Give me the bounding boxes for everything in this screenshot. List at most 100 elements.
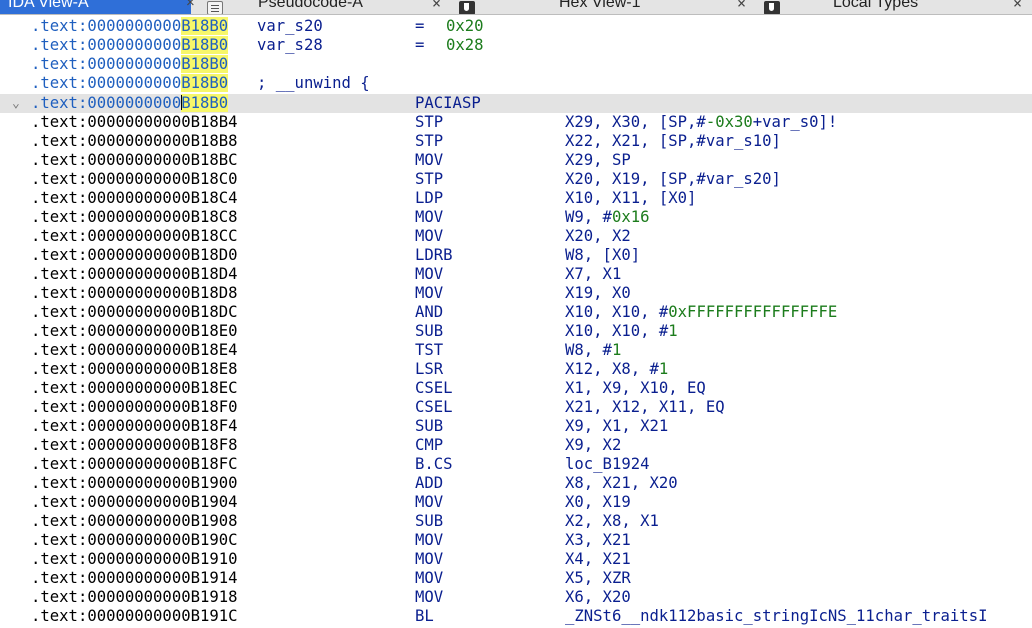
listing-header-row[interactable]: .text:0000000000B18B0 var_s20 = 0x20 (0, 17, 1032, 36)
operand-text: X29, X30, [SP,# (565, 113, 706, 131)
operand-text: X10, X10, # (565, 303, 669, 321)
operands: X8, X21, X20 (565, 474, 678, 493)
operands: X5, XZR (565, 569, 631, 588)
mnemonic: MOV (415, 493, 444, 511)
address: .text:00000000000B18CC (31, 227, 238, 245)
instruction-row[interactable]: .text:00000000000B18DC AND X10, X10, #0xFF… (0, 303, 1032, 322)
instruction-row[interactable]: .text:00000000000B18BC MOV X29, SP (0, 151, 1032, 170)
current-row[interactable]: ⌄ .text:0000000000B18B0 PACIASP (0, 94, 1032, 113)
equals-sign: = (415, 36, 425, 54)
mnemonic: CMP (415, 436, 444, 454)
operands: W8, [X0] (565, 246, 640, 265)
instruction-row[interactable]: .text:00000000000B1918 MOV X6, X20 (0, 588, 1032, 607)
address: .text:00000000000B1900 (31, 474, 238, 492)
instruction-row[interactable]: .text:00000000000B1900 ADD X8, X21, X20 (0, 474, 1032, 493)
instruction-row[interactable]: .text:00000000000B18F0 CSEL X21, X12, X11,… (0, 398, 1032, 417)
close-icon[interactable]: × (737, 0, 746, 12)
doc-icon (207, 1, 223, 14)
instruction-row[interactable]: .text:00000000000B18F4 SUB X9, X1, X21 (0, 417, 1032, 436)
address: .text:00000000000B18E0 (31, 322, 238, 340)
address: .text:00000000000B1918 (31, 588, 238, 606)
mnemonic: MOV (415, 531, 444, 549)
operands: X3, X21 (565, 531, 631, 550)
instruction-row[interactable]: .text:00000000000B18E4 TST W8, #1 (0, 341, 1032, 360)
disassembly-listing[interactable]: .text:0000000000B18B0 var_s20 = 0x20 .te… (0, 14, 1032, 628)
close-icon[interactable]: × (1013, 0, 1022, 12)
instruction-row[interactable]: .text:00000000000B18C0 STP X20, X19, [SP,#… (0, 170, 1032, 189)
operand-text: X3, X21 (565, 531, 631, 549)
operands: X22, X21, [SP,#var_s10] (565, 132, 781, 151)
operand-text: X12, X8, # (565, 360, 659, 378)
address: .text:00000000000B1914 (31, 569, 238, 587)
stack-var-name: var_s20 (257, 17, 323, 35)
operand-text: loc_B1924 (565, 455, 650, 473)
instruction-row[interactable]: .text:00000000000B190C MOV X3, X21 (0, 531, 1032, 550)
address: .text:00000000000B1910 (31, 550, 238, 568)
address: .text:00000000000B18D4 (31, 265, 238, 283)
address: .text:00000000000B18C4 (31, 189, 238, 207)
address: .text:00000000000B18DC (31, 303, 238, 321)
operand-text: X7, X1 (565, 265, 622, 283)
operand-text: +var_s0]! (752, 113, 838, 131)
tab-label: Local Types (833, 0, 919, 11)
close-icon[interactable]: × (432, 0, 441, 12)
instruction-row[interactable]: .text:00000000000B18F8 CMP X9, X2 (0, 436, 1032, 455)
instruction-row[interactable]: .text:00000000000B1914 MOV X5, XZR (0, 569, 1032, 588)
stack-var-offset: 0x28 (446, 36, 484, 54)
instruction-row[interactable]: .text:00000000000B18D4 MOV X7, X1 (0, 265, 1032, 284)
equals-sign: = (415, 17, 425, 35)
operand-number: 1 (611, 341, 622, 359)
mnemonic: MOV (415, 588, 444, 606)
mnemonic: MOV (415, 208, 444, 226)
mnemonic: MOV (415, 151, 444, 169)
instruction-row[interactable]: .text:00000000000B18C4 LDP X10, X11, [X0] (0, 189, 1032, 208)
listing-header-row[interactable]: .text:0000000000B18B0 ; __unwind { (0, 74, 1032, 93)
mnemonic: SUB (415, 512, 444, 530)
instruction-row[interactable]: .text:00000000000B1910 MOV X4, X21 (0, 550, 1032, 569)
operands: X10, X11, [X0] (565, 189, 696, 208)
instruction-row[interactable]: .text:00000000000B18D8 MOV X19, X0 (0, 284, 1032, 303)
operand-text: W8, # (565, 341, 612, 359)
instruction-row[interactable]: .text:00000000000B18E8 LSR X12, X8, #1 (0, 360, 1032, 379)
address: .text:0000000000B18B0 (31, 94, 229, 112)
operand-text: X21, X12, X11, EQ (565, 398, 725, 416)
listing-header-row[interactable]: .text:0000000000B18B0 (0, 55, 1032, 74)
operand-text: X22, X21, [SP,#var_s10] (565, 132, 781, 150)
operand-text: X20, X19, [SP,#var_s20] (565, 170, 781, 188)
operand-text: X6, X20 (565, 588, 631, 606)
instruction-row[interactable]: .text:00000000000B18CC MOV X20, X2 (0, 227, 1032, 246)
mnemonic: B.CS (415, 455, 453, 473)
instruction-row[interactable]: .text:00000000000B18FC B.CS loc_B1924 (0, 455, 1032, 474)
instruction-row[interactable]: .text:00000000000B18B4 STP X29, X30, [SP,#… (0, 113, 1032, 132)
operands: X9, X2 (565, 436, 621, 455)
instruction-row[interactable]: .text:00000000000B1908 SUB X2, X8, X1 (0, 512, 1032, 531)
instruction-row[interactable]: .text:00000000000B18C8 MOV W9, #0x16 (0, 208, 1032, 227)
address: .text:0000000000B18B0 (31, 74, 229, 92)
mnemonic: ADD (415, 474, 444, 492)
instruction-row[interactable]: .text:00000000000B191C BL _ZNSt6__ndk112ba… (0, 607, 1032, 626)
operands: X7, X1 (565, 265, 621, 284)
operand-number: 1 (658, 360, 669, 378)
operand-number: 0x16 (611, 208, 650, 226)
tab-ida-view-a[interactable]: IDA View-A × (0, 0, 195, 14)
close-icon[interactable]: × (186, 0, 195, 11)
stack-var-offset: 0x20 (446, 17, 484, 35)
operands: X20, X2 (565, 227, 631, 246)
operands: X19, X0 (565, 284, 631, 303)
mnemonic: MOV (415, 265, 444, 283)
mnemonic: MOV (415, 227, 444, 245)
tab-label: IDA View-A (8, 0, 89, 11)
operands: X10, X10, #0xFFFFFFFFFFFFFFFE (565, 303, 837, 322)
mnemonic: LDP (415, 189, 444, 207)
operands: X29, SP (565, 151, 631, 170)
instruction-row[interactable]: .text:00000000000B1904 MOV X0, X19 (0, 493, 1032, 512)
instruction-row[interactable]: .text:00000000000B18B8 STP X22, X21, [SP,#… (0, 132, 1032, 151)
mnemonic: MOV (415, 550, 444, 568)
instruction-row[interactable]: .text:00000000000B18EC CSEL X1, X9, X10, E… (0, 379, 1032, 398)
listing-header-row[interactable]: .text:0000000000B18B0 var_s28 = 0x28 (0, 36, 1032, 55)
chevron-down-icon[interactable]: ⌄ (12, 94, 20, 113)
operands: X2, X8, X1 (565, 512, 659, 531)
instruction-row[interactable]: .text:00000000000B18E0 SUB X10, X10, #1 (0, 322, 1032, 341)
operands: loc_B1924 (565, 455, 650, 474)
instruction-row[interactable]: .text:00000000000B18D0 LDRB W8, [X0] (0, 246, 1032, 265)
